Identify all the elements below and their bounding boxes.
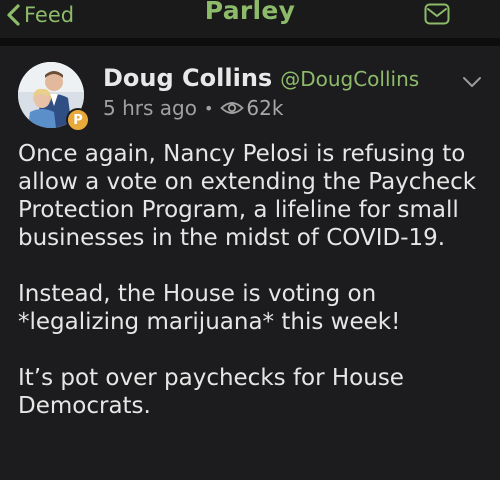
post-options-button[interactable] bbox=[462, 73, 482, 92]
parley-badge-icon: P bbox=[66, 108, 90, 132]
view-count: 62k bbox=[246, 96, 284, 120]
author-row: Doug Collins @DougCollins bbox=[103, 64, 419, 92]
author-name[interactable]: Doug Collins bbox=[103, 64, 272, 92]
mail-icon bbox=[424, 3, 450, 25]
post-card: P Doug Collins @DougCollins 5 hrs ago • … bbox=[0, 46, 500, 480]
chevron-down-icon bbox=[463, 77, 481, 87]
post-body: Once again, Nancy Pelosi is refusing to … bbox=[18, 140, 488, 448]
avatar-container[interactable]: P bbox=[18, 62, 90, 132]
post-paragraph: Once again, Nancy Pelosi is refusing to … bbox=[18, 141, 477, 251]
meta-separator: • bbox=[203, 98, 214, 118]
post-time: 5 hrs ago bbox=[103, 96, 197, 120]
post-paragraph: Instead, the House is voting on *legaliz… bbox=[18, 281, 401, 335]
app-screen: Feed Parley P Doug Collins @DougCollins … bbox=[0, 0, 500, 480]
author-handle[interactable]: @DougCollins bbox=[280, 67, 419, 91]
post-paragraph: It’s pot over paychecks for House Democr… bbox=[18, 365, 404, 419]
post-meta: 5 hrs ago • 62k bbox=[103, 96, 283, 120]
mail-button[interactable] bbox=[424, 3, 450, 29]
nav-bar: Feed Parley bbox=[0, 0, 500, 38]
nav-divider bbox=[0, 38, 500, 46]
eye-icon bbox=[220, 102, 245, 114]
